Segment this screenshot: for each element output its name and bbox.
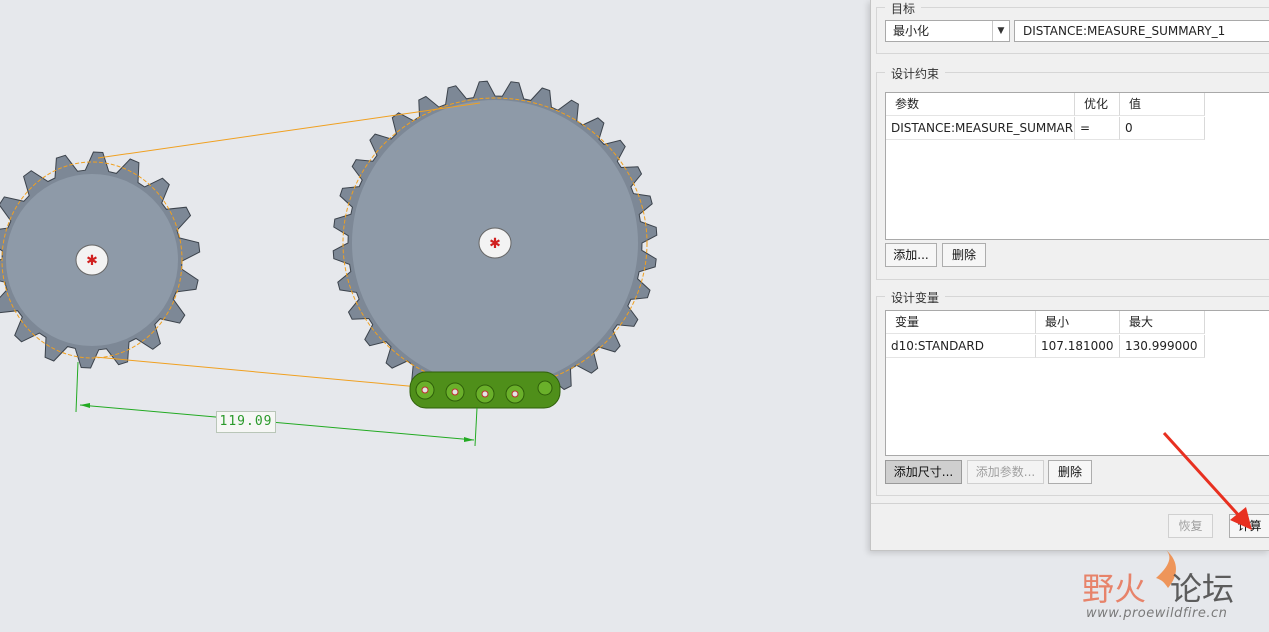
- chevron-down-icon[interactable]: ▼: [992, 21, 1009, 41]
- chain-links[interactable]: [409, 371, 561, 409]
- constraint-param-cell[interactable]: DISTANCE:MEASURE_SUMMAR: [886, 117, 1075, 140]
- svg-text:野火: 野火: [1082, 570, 1146, 608]
- delete-constraint-button[interactable]: 删除: [942, 243, 986, 267]
- goal-select[interactable]: 最小化 ▼: [885, 20, 1010, 42]
- constraints-table[interactable]: 参数 优化 值 DISTANCE:MEASURE_SUMMAR = 0: [885, 92, 1269, 240]
- column-header-min[interactable]: 最小: [1036, 311, 1120, 334]
- constraint-op-cell[interactable]: =: [1075, 117, 1120, 140]
- variables-header-row: 变量 最小 最大: [886, 311, 1205, 334]
- svg-text:论坛: 论坛: [1170, 570, 1234, 608]
- column-header-value[interactable]: 值: [1120, 93, 1205, 116]
- column-header-param[interactable]: 参数: [886, 93, 1075, 116]
- add-dimension-button[interactable]: 添加尺寸...: [885, 460, 962, 484]
- table-row[interactable]: DISTANCE:MEASURE_SUMMAR = 0: [886, 117, 1205, 140]
- constraints-group-title: 设计约束: [885, 65, 946, 82]
- dimension-value[interactable]: 119.09: [216, 411, 276, 433]
- table-row[interactable]: d10:STANDARD 107.181000 130.999000: [886, 335, 1205, 358]
- column-header-max[interactable]: 最大: [1120, 311, 1205, 334]
- target-group-title: 目标: [885, 0, 922, 17]
- measure-field[interactable]: DISTANCE:MEASURE_SUMMARY_1: [1014, 20, 1269, 42]
- large-sprocket[interactable]: ✱: [332, 80, 658, 406]
- delete-variable-button[interactable]: 删除: [1048, 460, 1092, 484]
- svg-text:✱: ✱: [86, 253, 98, 269]
- add-constraint-button[interactable]: 添加...: [885, 243, 937, 267]
- watermark-url: www.proewildfire.cn: [1086, 606, 1228, 621]
- add-parameter-button[interactable]: 添加参数...: [967, 460, 1044, 484]
- red-arrow-annotation: [1162, 431, 1252, 530]
- constraint-value-cell[interactable]: 0: [1120, 117, 1205, 140]
- variable-min-cell[interactable]: 107.181000: [1036, 335, 1120, 358]
- variables-group-title: 设计变量: [885, 289, 946, 306]
- small-sprocket[interactable]: ✱: [0, 151, 201, 369]
- column-header-variable[interactable]: 变量: [886, 311, 1036, 334]
- column-header-op[interactable]: 优化: [1075, 93, 1120, 116]
- goal-select-value: 最小化: [893, 24, 930, 38]
- svg-text:✱: ✱: [489, 236, 501, 252]
- variable-name-cell[interactable]: d10:STANDARD: [886, 335, 1036, 358]
- variable-max-cell[interactable]: 130.999000: [1120, 335, 1205, 358]
- constraints-header-row: 参数 优化 值: [886, 93, 1205, 116]
